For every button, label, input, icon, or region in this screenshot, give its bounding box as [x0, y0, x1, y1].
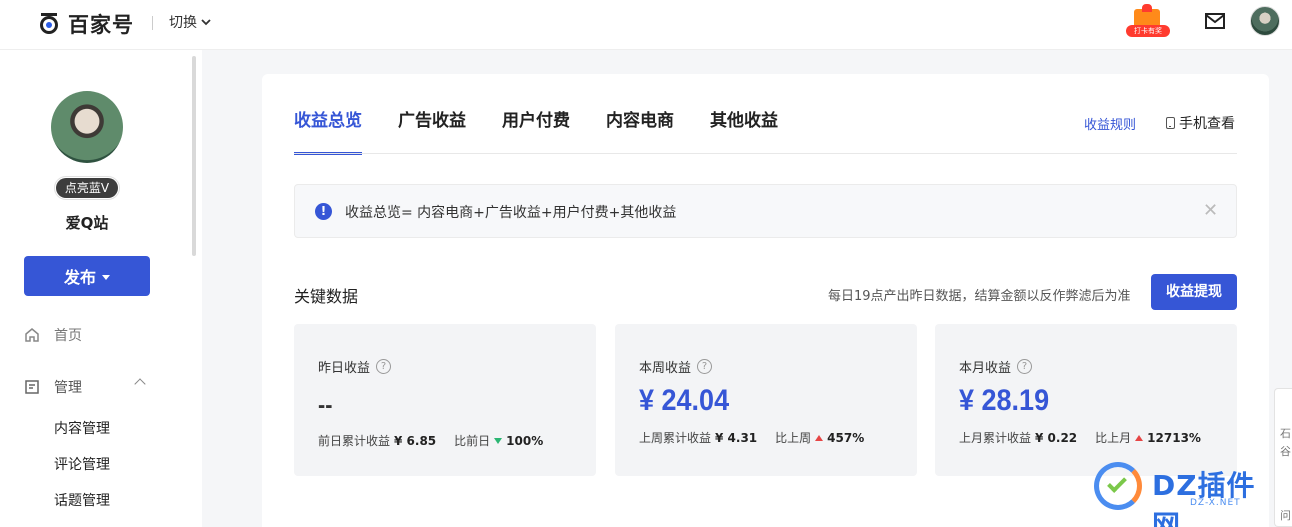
switch-label: 切换: [169, 15, 197, 31]
trend-up-icon: [815, 434, 824, 441]
prev-value: ¥ 4.31: [715, 430, 758, 445]
top-bar: 百家号 切换 打卡有奖: [0, 0, 1292, 50]
caret-down-icon: [102, 274, 110, 280]
phone-link-label: 手机查看: [1179, 116, 1235, 132]
help-icon[interactable]: ?: [1017, 359, 1033, 374]
stat-meta: 上月累计收益 ¥ 0.22 比上月 12713%: [959, 429, 1201, 446]
prev-label: 上周累计收益: [639, 431, 712, 445]
stat-value: --: [318, 392, 333, 419]
phone-icon: [1166, 117, 1175, 129]
watermark-logo: DZ插件网 DZ-X.NET: [1094, 458, 1274, 527]
tab-user-payment[interactable]: 用户付费: [502, 106, 570, 155]
blue-v-badge[interactable]: 点亮蓝V: [54, 176, 120, 200]
stat-value: ¥ 28.19: [959, 384, 1050, 417]
widget-glyph: 谷: [1280, 445, 1291, 458]
stat-label: 本月收益: [959, 361, 1012, 376]
info-notice: ! 收益总览= 内容电商+广告收益+用户付费+其他收益 ✕: [294, 184, 1237, 238]
stat-meta: 前日累计收益 ¥ 6.85 比前日 100%: [318, 432, 543, 449]
close-icon[interactable]: ✕: [1203, 200, 1218, 221]
stat-card-week: 本周收益 ? ¥ 24.04 上周累计收益 ¥ 4.31 比上周 457%: [615, 324, 917, 476]
profile-avatar[interactable]: [51, 91, 123, 163]
sidebar-item-home[interactable]: 首页: [24, 325, 82, 345]
nickname: 爱Q站: [65, 214, 109, 232]
sidebar-item-topic-manage[interactable]: 话题管理: [54, 490, 110, 510]
sidebar-item-content-manage[interactable]: 内容管理: [54, 418, 110, 438]
widget-glyph: 石: [1280, 427, 1291, 440]
sidebar-scrollbar[interactable]: [192, 56, 196, 256]
trend-up-icon: [1135, 434, 1144, 441]
revenue-tabs: 收益总览 广告收益 用户付费 内容电商 其他收益: [294, 106, 778, 155]
notice-text: 收益总览= 内容电商+广告收益+用户付费+其他收益: [345, 205, 677, 221]
tab-other-revenue[interactable]: 其他收益: [710, 106, 778, 155]
stat-label: 本周收益: [639, 361, 692, 376]
mail-icon[interactable]: [1205, 13, 1225, 29]
prev-value: ¥ 6.85: [394, 433, 437, 448]
info-icon: !: [315, 203, 332, 220]
publish-button[interactable]: 发布: [24, 256, 150, 296]
gift-bow: [1142, 4, 1152, 12]
switch-dropdown[interactable]: 切换: [169, 12, 211, 32]
trend-down-icon: [494, 437, 503, 444]
stat-label: 昨日收益: [318, 361, 371, 376]
feedback-float-widget[interactable]: 石 谷 问: [1274, 388, 1292, 527]
tab-divider: [294, 153, 1237, 154]
compare-label: 比上周: [775, 431, 812, 445]
stat-label-row: 本月收益 ?: [959, 357, 1033, 376]
sidebar-item-comment-manage[interactable]: 评论管理: [54, 454, 110, 474]
stat-value: ¥ 24.04: [639, 384, 730, 417]
divider: [152, 16, 153, 30]
view-on-phone-link[interactable]: 手机查看: [1166, 113, 1235, 133]
compare-value: 457%: [827, 430, 865, 445]
logo-text: 百家号: [68, 13, 134, 37]
key-data-title: 关键数据: [294, 287, 359, 306]
tab-ad-revenue[interactable]: 广告收益: [398, 106, 466, 155]
publish-label: 发布: [63, 268, 96, 287]
home-icon: [25, 328, 39, 342]
logo[interactable]: 百家号: [38, 10, 134, 38]
sidebar: 点亮蓝V 爱Q站 发布 首页 管理 内容管理 评论管理 话题管理: [0, 50, 202, 527]
baijiahao-logo-icon: [38, 13, 60, 35]
checkin-gift-button[interactable]: 打卡有奖: [1126, 3, 1170, 39]
stat-label-row: 昨日收益 ?: [318, 357, 392, 376]
stat-label-row: 本周收益 ?: [639, 357, 713, 376]
help-icon[interactable]: ?: [697, 359, 713, 374]
stat-card-yesterday: 昨日收益 ? -- 前日累计收益 ¥ 6.85 比前日 100%: [294, 324, 596, 476]
sidebar-item-manage[interactable]: 管理: [24, 377, 146, 397]
compare-label: 比上月: [1095, 431, 1132, 445]
compare-value: 100%: [506, 433, 544, 448]
key-data-note: 每日19点产出昨日数据，结算金额以反作弊滤后为准: [828, 289, 1131, 304]
tab-ecommerce[interactable]: 内容电商: [606, 106, 674, 155]
chevron-down-icon: [201, 19, 211, 26]
prev-label: 前日累计收益: [318, 434, 391, 448]
stat-card-month: 本月收益 ? ¥ 28.19 上月累计收益 ¥ 0.22 比上月 12713%: [935, 324, 1237, 476]
compare-label: 比前日: [454, 434, 491, 448]
tab-overview[interactable]: 收益总览: [294, 106, 362, 155]
watermark-text: DZ插件网: [1152, 469, 1256, 527]
help-icon[interactable]: ?: [376, 359, 392, 374]
stat-meta: 上周累计收益 ¥ 4.31 比上周 457%: [639, 429, 864, 446]
withdraw-button[interactable]: 收益提现: [1151, 274, 1237, 310]
sidebar-item-label: 首页: [54, 328, 82, 344]
gift-label: 打卡有奖: [1126, 25, 1170, 37]
document-icon: [25, 380, 39, 394]
watermark-subtext: DZ-X.NET: [1190, 498, 1241, 508]
widget-glyph: 问: [1280, 509, 1291, 522]
chevron-up-icon: [134, 378, 146, 390]
sidebar-item-label: 管理: [54, 380, 82, 396]
compare-value: 12713%: [1147, 430, 1201, 445]
prev-value: ¥ 0.22: [1035, 430, 1078, 445]
user-avatar[interactable]: [1250, 6, 1280, 36]
revenue-rules-link[interactable]: 收益规则: [1084, 114, 1136, 133]
prev-label: 上月累计收益: [959, 431, 1032, 445]
